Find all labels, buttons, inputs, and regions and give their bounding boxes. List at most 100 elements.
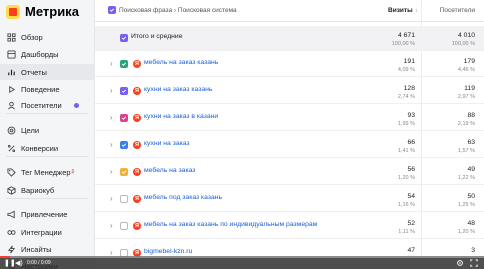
visits-percent: 4,09 % [397,67,415,73]
visits-value: 54 [407,193,415,200]
sidebar-item-7[interactable]: Тег Менеджер β [0,164,95,180]
visits-value: 93 [407,112,415,119]
visitors-value: 3 [471,247,475,254]
notification-dot [74,102,79,108]
yandex-search-icon: Я [133,195,141,203]
row-checkbox[interactable] [120,114,128,122]
integration-icon [7,228,16,237]
expand-chevron-icon[interactable]: › [110,86,113,95]
dimensions-header[interactable]: Поисковая фраза › Поисковая система [119,7,237,14]
percent-icon [7,144,16,153]
row-label[interactable]: кухни на заказ в казани [144,113,218,120]
visits-column-header[interactable]: Визиты ↓ [388,7,418,14]
visits-percent: 1,99 % [397,121,415,127]
visits-value: 128 [403,85,415,92]
expand-chevron-icon[interactable]: › [110,140,113,149]
visitors-value: 48 [467,220,475,227]
logo[interactable]: Метрика [6,4,79,19]
visitors-value: 63 [467,139,475,146]
row-label[interactable]: bigmebel-kzn.ru [144,248,192,255]
sidebar-item-9[interactable]: Привлечение [0,206,95,222]
visitors-column-header[interactable]: Посетители [435,7,475,14]
row-label[interactable]: мебель под заказ казань [144,194,222,201]
report-table: Поисковая фраза › Поисковая система Визи… [95,0,484,269]
logo-text: Метрика [25,4,79,19]
sidebar-item-label: Отчеты [21,67,47,77]
nav-divider [6,113,88,114]
visitors-percent: 1,20 % [457,229,475,235]
table-row[interactable]: › Ямебель на заказ 56 1,20 % 49 1,22 % [95,160,484,185]
pause-icon[interactable]: ❚❚ [4,259,16,267]
table-row[interactable]: › Ямебель на заказ казань 191 4,09 % 179 4,46… [95,52,484,77]
visits-value: 4 671 [397,32,415,39]
sidebar-item-1[interactable]: Дашборды [0,46,95,62]
table-row[interactable]: › Якухни на заказ в казани 93 1,99 % 88 2,19 … [95,106,484,131]
row-label[interactable]: мебель на заказ казань [144,59,218,66]
sidebar-item-2[interactable]: Отчеты [0,64,95,80]
sidebar-item-label: Цели [21,125,40,135]
expand-chevron-icon[interactable]: › [110,194,113,203]
row-label[interactable]: кухни на заказ казань [144,86,212,93]
visitors-percent: 1,22 % [457,175,475,181]
sidebar-item-4[interactable]: Посетители [0,97,95,113]
expand-chevron-icon[interactable]: › [110,113,113,122]
expand-chevron-icon[interactable]: › [110,221,113,230]
visitors-percent: 1,25 % [457,202,475,208]
sidebar-item-label: Обзор [21,32,43,42]
yandex-search-icon: Я [133,60,141,68]
visitors-value: 4 010 [457,32,475,39]
yandex-search-icon: Я [133,87,141,95]
row-checkbox[interactable] [120,222,128,230]
row-checkbox[interactable] [120,195,128,203]
lightning-icon [7,245,16,254]
table-row[interactable]: › Якухни на заказ казань 128 2,74 % 119 2,97 … [95,79,484,104]
visits-value: 47 [407,247,415,254]
progress-bar[interactable] [0,256,484,258]
row-label[interactable]: кухни на заказ [144,140,190,147]
total-checkbox[interactable] [120,34,128,42]
visitors-percent: 1,57 % [457,148,475,154]
sidebar-item-label: Конверсии [21,143,59,153]
visitors-value: 119 [464,85,475,92]
nav-divider [6,198,88,199]
sidebar-item-11[interactable]: Инсайты [0,241,95,257]
expand-chevron-icon[interactable]: › [110,167,113,176]
row-checkbox[interactable] [120,168,128,176]
sidebar-item-8[interactable]: Вариокуб [0,182,95,198]
sidebar-item-0[interactable]: Обзор [0,29,95,45]
visits-percent: 1,16 % [397,202,415,208]
progress-fill [0,256,10,258]
reports-icon [7,68,16,77]
table-header: Поисковая фраза › Поисковая система Визи… [95,0,484,22]
sidebar-item-10[interactable]: Интеграции [0,224,95,240]
row-checkbox[interactable] [120,141,128,149]
grid-icon [7,32,16,42]
sidebar-item-label: Вариокуб [21,185,55,195]
visits-value: 191 [403,58,415,65]
expand-chevron-icon[interactable]: › [110,59,113,68]
cube-icon [7,185,16,195]
volume-icon[interactable]: ◀) [15,259,23,267]
row-label[interactable]: мебель на заказ [144,167,195,174]
visitors-percent: 2,19 % [457,121,475,127]
visitors-value: 50 [467,193,475,200]
visits-percent: 1,11 % [398,229,415,235]
target-icon [7,126,16,135]
settings-icon[interactable] [456,259,464,267]
total-row[interactable]: Итого и средние 4 671 100,00 % 4 010 100,00 … [95,26,484,51]
fullscreen-icon[interactable] [470,259,478,267]
row-label[interactable]: мебель на заказ казань по индивидуальным… [144,221,317,228]
visitors-value: 88 [467,112,475,119]
table-row[interactable]: › Якухни на заказ 66 1,41 % 63 1,57 % [95,133,484,158]
visitors-percent: 2,97 % [457,94,475,100]
table-row[interactable]: › Ямебель под заказ казань 54 1,16 % 50 1,25 … [95,187,484,212]
sidebar-item-5[interactable]: Цели [0,122,95,138]
table-row[interactable]: › Ямебель на заказ казань по индивидуальн… [95,214,484,239]
row-checkbox[interactable] [120,60,128,68]
row-checkbox[interactable] [120,87,128,95]
visitors-percent: 4,46 % [457,67,475,73]
select-all-checkbox[interactable] [108,6,116,14]
sidebar-item-label: Поведение [21,84,60,94]
sidebar-item-3[interactable]: Поведение [0,81,95,97]
sidebar-item-6[interactable]: Конверсии [0,140,95,156]
